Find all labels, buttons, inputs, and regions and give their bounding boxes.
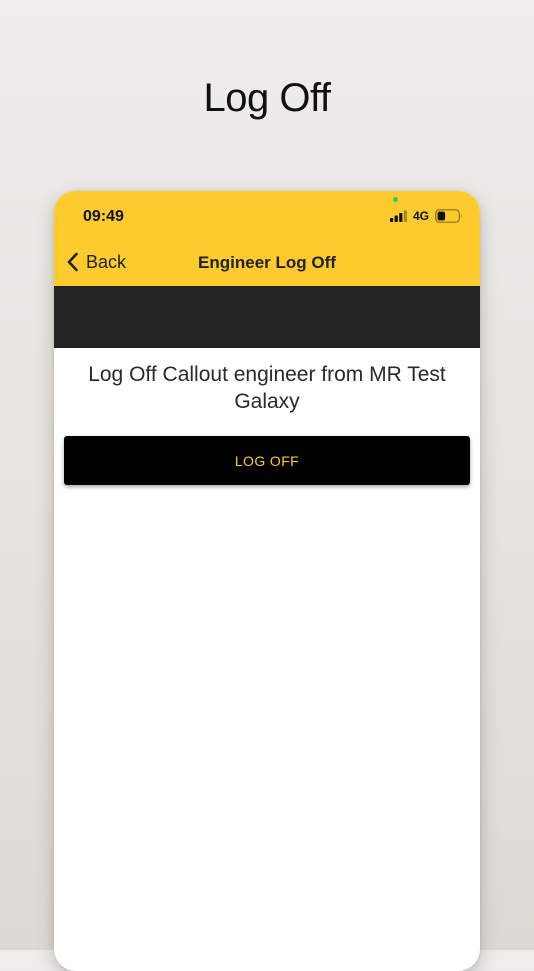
- privacy-indicator-icon: [393, 197, 398, 202]
- logoff-message: Log Off Callout engineer from MR Test Ga…: [88, 363, 446, 413]
- battery-icon: [435, 209, 462, 223]
- cellular-signal-icon: [390, 210, 407, 222]
- chevron-left-icon: [67, 252, 78, 272]
- app-header: 09:49 4G Back Engineer Log Off: [54, 191, 480, 286]
- header-band: [54, 286, 480, 348]
- log-off-button[interactable]: LOG OFF: [64, 436, 470, 485]
- status-time: 09:49: [83, 208, 124, 225]
- back-label: Back: [86, 252, 127, 272]
- nav-title: Engineer Log Off: [198, 253, 336, 272]
- back-button[interactable]: Back: [66, 249, 126, 275]
- page-title: Log Off: [203, 76, 331, 120]
- phone-screen: 09:49 4G Back Engineer Log Off Log Off C…: [54, 191, 480, 971]
- network-type-label: 4G: [413, 209, 430, 223]
